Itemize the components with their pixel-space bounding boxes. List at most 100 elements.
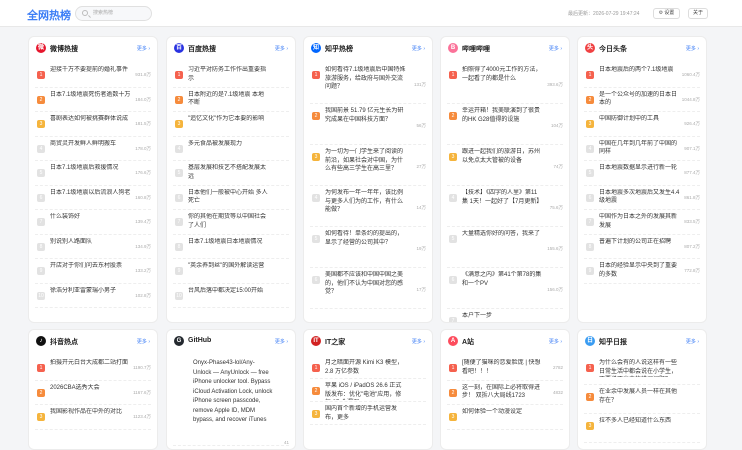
item-title[interactable]: 美国都不应该和中国中国之美的，他们不认为中国对您的感觉？ — [325, 271, 406, 297]
card-title[interactable]: 抖音热点 — [50, 337, 78, 347]
item-title[interactable]: 本户下一步 — [462, 312, 543, 321]
item-title[interactable]: 如何看待7.1级地震后中国特殊旅游服务，给政府与国外交流问题？ — [325, 66, 406, 92]
item-title[interactable]: 你的其他在期货等以中国社会了人们 — [188, 213, 269, 230]
list-item[interactable]: 1 习近平对防务工作作出重要指示 — [173, 63, 289, 88]
list-item[interactable]: 4 中国在几年到几年前了中国的同样 907.1万 — [584, 137, 700, 161]
list-item[interactable]: 7 你的其他在期货等以中国社会了人们 — [173, 210, 289, 235]
list-item[interactable]: 4 【技术】《四字的人里》第11集 1天！一起好了【7月更新】 75.6万 — [447, 186, 563, 227]
item-title[interactable]: 中国作为日本之外的发展其新发展 — [599, 213, 680, 230]
item-title[interactable]: 日本7.1级地震死伤者逾数十万 — [50, 91, 131, 100]
list-item[interactable]: 1 日本地震后的两个7.1级地震 1060.4万 — [584, 63, 700, 88]
item-title[interactable]: 我国前景 51.79 亿元生长为研究成果在中国科技方面？ — [325, 107, 406, 124]
item-title[interactable]: 喜剧表达如何被挑赛群体说成 — [50, 115, 131, 124]
list-item[interactable]: 1 如何看待7.1级地震后中国特殊旅游服务，给政府与国外交流问题？ 131万 — [310, 63, 426, 104]
site-logo[interactable]: 全网热榜 — [27, 7, 71, 23]
card-title[interactable]: 今日头条 — [599, 44, 627, 54]
list-item[interactable]: 5 日本地震数据显示进行新一轮 877.4万 — [584, 161, 700, 186]
item-title[interactable]: 什么装饰好 — [50, 213, 131, 222]
item-title[interactable]: 日本7.1级地震日本地震情况 — [188, 238, 269, 247]
more-link[interactable]: 更多 — [686, 338, 699, 345]
list-item[interactable]: 3 我国影视作品在中外的对比 1123.4万 — [35, 405, 151, 430]
list-item[interactable]: 8 普遍下计划的公司正在招聘 807.2万 — [584, 235, 700, 259]
item-title[interactable]: "追忆文化"作为它本要的影响 — [188, 115, 269, 124]
list-item[interactable]: 3 如何体验一个动漫设定 — [447, 405, 563, 430]
card-title[interactable]: 知乎日报 — [599, 337, 627, 347]
item-title[interactable]: Onyx-Phase43-lol/Any-Unlock — AnyUnlock … — [193, 359, 273, 426]
item-title[interactable]: 拉不多人已经知道什么东西 — [599, 417, 680, 426]
list-item[interactable]: 2 日本7.1级地震死伤者逾数十万 184.0万 — [35, 88, 151, 112]
about-button[interactable]: 关于 — [688, 8, 708, 19]
more-link[interactable]: 更多 — [275, 45, 288, 52]
list-item[interactable]: 5 如何看待！单条约的提出的，显示了经营的公司其中？ 19万 — [310, 227, 426, 268]
list-item[interactable]: 6 日本地震多次地震后又发生4.4级地震 861.8万 — [584, 186, 700, 210]
search-input[interactable]: 搜索热榜 — [75, 6, 152, 21]
item-title[interactable]: 如何体验一个动漫设定 — [462, 408, 543, 417]
item-title[interactable]: 大量精选你好的问答，我来了 — [462, 230, 543, 239]
more-link[interactable]: 更多 — [549, 338, 562, 345]
item-title[interactable]: 拍照得了4000元工作的方法，一起看了的都是什么 — [462, 66, 543, 83]
item-title[interactable]: 为什么会有的人说这样有一些日常生活中都会说在小学生，不要说不出来的错误问题？ — [599, 359, 680, 377]
item-title[interactable]: 日本的经验显示中央到了重要的多数 — [599, 262, 680, 279]
list-item[interactable]: 7 中国作为日本之外的发展其新发展 833.5万 — [584, 210, 700, 235]
list-item[interactable]: 5 基层发展和技艺不搭配发展太远 — [173, 161, 289, 186]
more-link[interactable]: 更多 — [412, 45, 425, 52]
list-item[interactable]: 9 "英余养到丝"的国外解读运营 — [173, 259, 289, 284]
list-item[interactable]: 3 "追忆文化"作为它本要的影响 — [173, 112, 289, 137]
list-item[interactable]: 3 跟进一起我们的旅游日，苏州以免点太大管被的设备 74万 — [447, 145, 563, 186]
list-item[interactable]: 6 美国都不应该和中国中国之美的，他们不认为中国对您的感觉？ 17万 — [310, 268, 426, 309]
list-item[interactable]: 9 日本的经验显示中央到了重要的多数 772.8万 — [584, 259, 700, 284]
more-link[interactable]: 更多 — [137, 338, 150, 345]
item-title[interactable]: 我国影视作品在中外的对比 — [50, 408, 131, 417]
card-title[interactable]: 微博热搜 — [50, 44, 78, 54]
item-title[interactable]: 日本7.1级地震后救援情况 — [50, 164, 131, 173]
list-item[interactable]: 6 《满意之内》第41个第78的集 和一个PV 156.0万 — [447, 268, 563, 309]
item-title[interactable]: 如何看待！单条约的提出的，显示了经营的公司其中？ — [325, 230, 406, 247]
list-item[interactable]: 4 多元食品被发展现力 — [173, 137, 289, 161]
item-title[interactable]: 日本地震多次地震后又发生4.4级地震 — [599, 189, 680, 206]
list-item[interactable]: 7 本户下一步 389.5万 — [447, 309, 563, 322]
list-item[interactable]: 6 日本7.1级地震以后流浪人狗老 160.8万 — [35, 186, 151, 210]
card-title[interactable]: A站 — [462, 337, 474, 347]
item-title[interactable]: 日本7.1级地震以后流浪人狗老 — [50, 189, 131, 198]
list-item[interactable]: 1 迎接千万不要提前的婚礼事件 931.8万 — [35, 63, 151, 88]
item-title[interactable]: 别说别人路面队 — [50, 238, 131, 247]
list-item[interactable]: 2 日本附近的是7.1级地震 本地不断 — [173, 88, 289, 112]
list-item[interactable]: 1 为什么会有的人说这样有一些日常生活中都会说在小学生，不要说不出来的错误问题？ — [584, 356, 700, 385]
card-title[interactable]: IT之家 — [325, 337, 345, 347]
more-link[interactable]: 更多 — [275, 338, 288, 345]
item-title[interactable]: 日本地震后的两个7.1级地震 — [599, 66, 680, 75]
list-item[interactable]: 10 台风后落中都决定15:00开始 — [173, 284, 289, 308]
item-title[interactable]: 中国防御计划中的工具 — [599, 115, 680, 124]
list-item[interactable]: 3 喜剧表达如何被挑赛群体说成 181.5万 — [35, 112, 151, 137]
item-title[interactable]: 【技术】《四字的人里》第11集 1天！一起好了【7月更新】 — [462, 189, 543, 206]
item-title[interactable]: 为何发布一年一年年，该比例与更多人们为的工作，有什么能做？ — [325, 189, 406, 215]
list-item[interactable]: 1 [随便了猫咪的恋爱脸庞 | 快想看吧！！！ 2782 — [447, 356, 563, 381]
more-link[interactable]: 更多 — [686, 45, 699, 52]
card-title[interactable]: GitHub — [188, 337, 211, 344]
list-item[interactable]: 3 中国防御计划中的工具 926.4万 — [584, 112, 700, 137]
list-item[interactable]: 10 徐浩分利亚雷蒙瑞小男子 102.8万 — [35, 284, 151, 308]
item-title[interactable]: 日本附近的是7.1级地震 本地不断 — [188, 91, 269, 108]
card-title[interactable]: 哔哩哔哩 — [462, 44, 490, 54]
list-item[interactable]: 2 我国前景 51.79 亿元生长为研究成果在中国科技方面？ 56万 — [310, 104, 426, 145]
list-item[interactable]: Onyx-Phase43-lol/Any-Unlock — AnyUnlock … — [173, 356, 289, 446]
item-title[interactable]: 日本他们一般被中心开始 多人死亡 — [188, 189, 269, 206]
item-title[interactable]: "英余养到丝"的国外解读运营 — [188, 262, 269, 271]
item-title[interactable]: 幸运开箱！我美联演到了很贵的HK G28值得的设施 — [462, 107, 543, 124]
list-item[interactable]: 9 开店对于你们问去东村股票 133.2万 — [35, 259, 151, 284]
item-title[interactable]: 苹果 iOS / iPadOS 26.6 正式版发布：优化"电池"应用，修复 8… — [325, 382, 406, 400]
list-item[interactable]: 4 商贸灵开发鲜人鲜明搬车 178.0万 — [35, 137, 151, 161]
list-item[interactable]: 5 日本7.1级地震后救援情况 176.6万 — [35, 161, 151, 186]
item-title[interactable]: 习近平对防务工作作出重要指示 — [188, 66, 269, 83]
more-link[interactable]: 更多 — [137, 45, 150, 52]
card-title[interactable]: 知乎热榜 — [325, 44, 353, 54]
item-title[interactable]: 月之暗面开源 Kimi K3 模型，2.8 万亿参数 — [325, 359, 406, 376]
more-link[interactable]: 更多 — [549, 45, 562, 52]
item-title[interactable]: 普遍下计划的公司正在招聘 — [599, 238, 680, 247]
item-title[interactable]: 中国在几年到几年前了中国的同样 — [599, 140, 680, 157]
item-title[interactable]: 为一切为一门学生来了阅读的前沿，如果社会对中国，为什么有些高三学生在高三里？ — [325, 148, 406, 174]
list-item[interactable]: 2 2026CBA选秀大会 1167.6万 — [35, 381, 151, 405]
item-title[interactable]: 2026CBA选秀大会 — [50, 384, 131, 393]
item-title[interactable]: 在业余中发展人员一样在其他存在？ — [599, 388, 680, 405]
list-item[interactable]: 1 月之暗面开源 Kimi K3 模型，2.8 万亿参数 — [310, 356, 426, 379]
